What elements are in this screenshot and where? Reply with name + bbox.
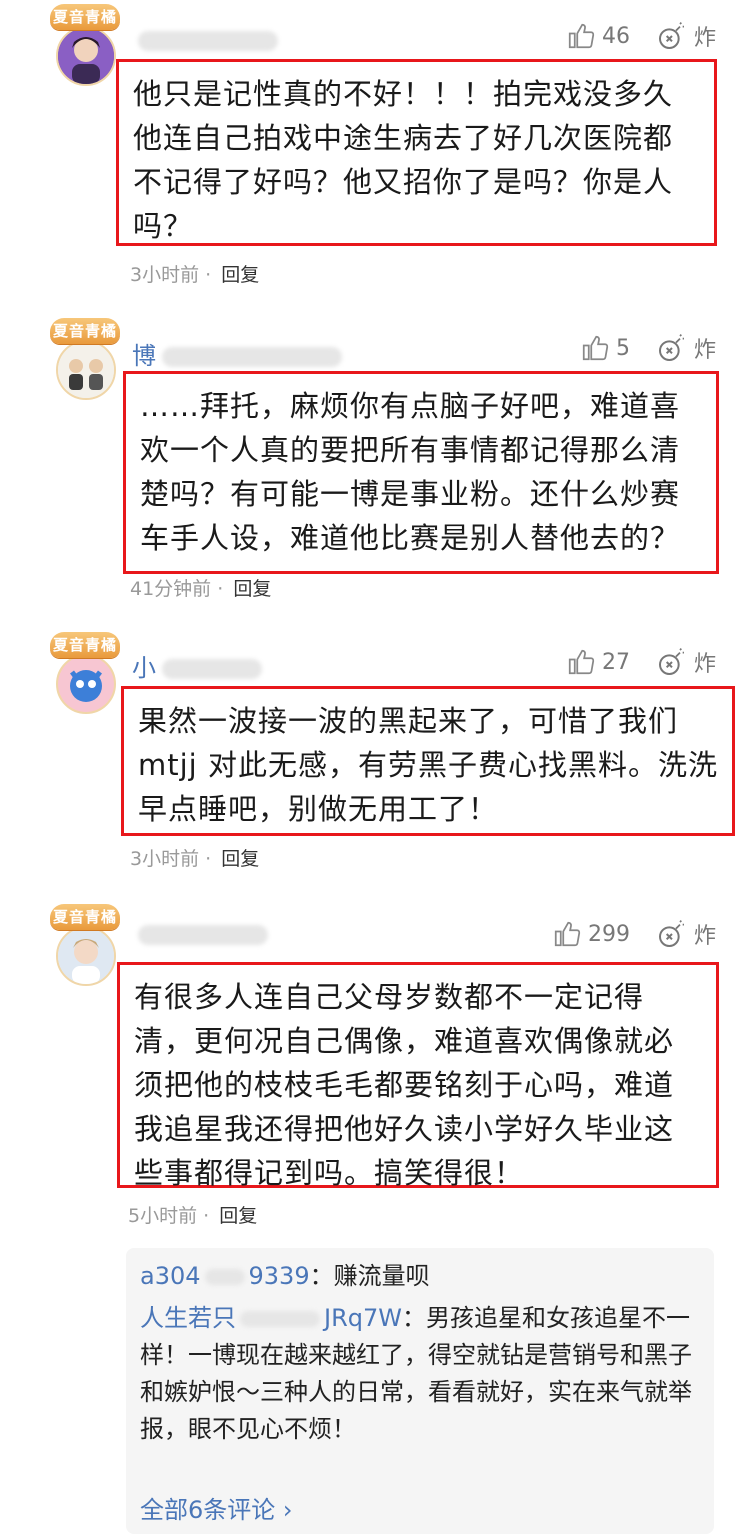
- like-count: 46: [601, 23, 630, 49]
- bomb-label: 炸: [693, 26, 716, 51]
- timestamp: 41分钟前: [130, 578, 212, 600]
- reply-thread: a304 9339：赚流量呗 人生若只 JRq7W：男孩追星和女孩追星不一样！一博现…: [126, 1248, 714, 1534]
- avatar-group[interactable]: 夏音青橘: [46, 318, 126, 400]
- like-count: 5: [615, 335, 630, 361]
- avatar-image-icon: [58, 28, 114, 84]
- comment-meta: 3小时前 · 回复: [130, 264, 260, 286]
- like-count: 299: [587, 921, 630, 947]
- avatar-group[interactable]: 夏音青橘: [46, 4, 126, 86]
- thumbs-up-icon: [554, 921, 581, 947]
- bomb-label: 炸: [693, 924, 716, 949]
- comment-text: 果然一波接一波的黑起来了，可惜了我们mtjj 对此无感，有劳黑子费心找黑料。洗洗…: [121, 686, 735, 836]
- timestamp: 3小时前: [130, 848, 200, 870]
- like-button[interactable]: 27: [566, 647, 630, 677]
- username[interactable]: [132, 920, 268, 948]
- reply-username-tail: JRq7W: [324, 1304, 402, 1332]
- blurred-username: [162, 347, 342, 367]
- avatar[interactable]: [56, 26, 116, 86]
- blurred-username: [204, 1269, 245, 1285]
- blurred-username: [162, 659, 262, 679]
- comment-actions: 299 炸: [552, 916, 716, 952]
- bomb-button[interactable]: 炸: [656, 20, 716, 52]
- reply-text: ：赚流量呗: [309, 1262, 430, 1290]
- reply-link[interactable]: 回复: [221, 264, 259, 286]
- reply-link[interactable]: 回复: [219, 1205, 257, 1227]
- reply-item: 人生若只 JRq7W：男孩追星和女孩追星不一样！一博现在越来越红了，得空就钻是营销…: [140, 1300, 700, 1448]
- reply-username-text: 人生若只: [140, 1304, 236, 1332]
- fan-badge: 夏音青橘: [50, 904, 120, 930]
- timestamp: 3小时前: [130, 264, 200, 286]
- comment-text: ……拜托，麻烦你有点脑子好吧，难道喜欢一个人真的要把所有事情都记得那么清楚吗？有…: [123, 371, 719, 574]
- reply-link[interactable]: 回复: [221, 848, 259, 870]
- username[interactable]: 小: [132, 648, 262, 683]
- username-text: 博: [132, 342, 156, 370]
- bomb-icon: [658, 920, 684, 947]
- username-text: 小: [132, 654, 156, 682]
- avatar[interactable]: [56, 340, 116, 400]
- comment-meta: 3小时前 · 回复: [130, 848, 260, 870]
- fan-badge: 夏音青橘: [50, 318, 120, 344]
- bomb-icon: [658, 22, 684, 49]
- comment-actions: 5 炸: [580, 330, 716, 366]
- like-button[interactable]: 46: [566, 21, 630, 51]
- comment-meta: 5小时前 · 回复: [128, 1205, 258, 1227]
- fan-badge: 夏音青橘: [50, 632, 120, 658]
- blurred-username: [138, 925, 268, 945]
- like-button[interactable]: 5: [580, 333, 630, 363]
- comment-actions: 27 炸: [566, 644, 716, 680]
- like-count: 27: [601, 649, 630, 675]
- avatar-group[interactable]: 夏音青橘: [46, 632, 126, 714]
- comment-text: 他只是记性真的不好！！！拍完戏没多久他连自己拍戏中途生病去了好几次医院都不记得了…: [116, 59, 717, 246]
- bomb-button[interactable]: 炸: [656, 918, 716, 950]
- avatar-image-icon: [58, 928, 114, 984]
- like-button[interactable]: 299: [552, 919, 630, 949]
- bomb-icon: [658, 334, 684, 361]
- avatar-group[interactable]: 夏音青橘: [46, 904, 126, 986]
- reply-username-tail: 9339: [248, 1262, 310, 1290]
- avatar-image-icon: [58, 342, 114, 398]
- view-all-comments-link[interactable]: 全部6条评论 ›: [140, 1490, 293, 1525]
- bomb-label: 炸: [693, 338, 716, 363]
- bomb-button[interactable]: 炸: [656, 646, 716, 678]
- fan-badge: 夏音青橘: [50, 4, 120, 30]
- avatar[interactable]: [56, 926, 116, 986]
- username[interactable]: 博: [132, 336, 342, 371]
- timestamp: 5小时前: [128, 1205, 198, 1227]
- reply-username[interactable]: a304 9339: [140, 1262, 310, 1290]
- avatar-image-icon: [58, 656, 114, 712]
- reply-item: a304 9339：赚流量呗: [140, 1258, 700, 1295]
- reply-username-text: a304: [140, 1262, 201, 1290]
- thumbs-up-icon: [568, 649, 595, 675]
- username[interactable]: [132, 26, 278, 54]
- bomb-icon: [658, 648, 684, 675]
- comment-text: 有很多人连自己父母岁数都不一定记得清，更何况自己偶像，难道喜欢偶像就必须把他的枝…: [117, 962, 719, 1190]
- blurred-username: [138, 31, 278, 51]
- reply-username[interactable]: 人生若只 JRq7W: [140, 1304, 402, 1332]
- bomb-button[interactable]: 炸: [656, 332, 716, 364]
- avatar[interactable]: [56, 654, 116, 714]
- bomb-label: 炸: [693, 652, 716, 677]
- reply-link[interactable]: 回复: [233, 578, 271, 600]
- comment-meta: 41分钟前 · 回复: [130, 578, 272, 600]
- comment-actions: 46 炸: [566, 18, 716, 54]
- thumbs-up-icon: [582, 335, 609, 361]
- blurred-username: [240, 1311, 320, 1327]
- thumbs-up-icon: [568, 23, 595, 49]
